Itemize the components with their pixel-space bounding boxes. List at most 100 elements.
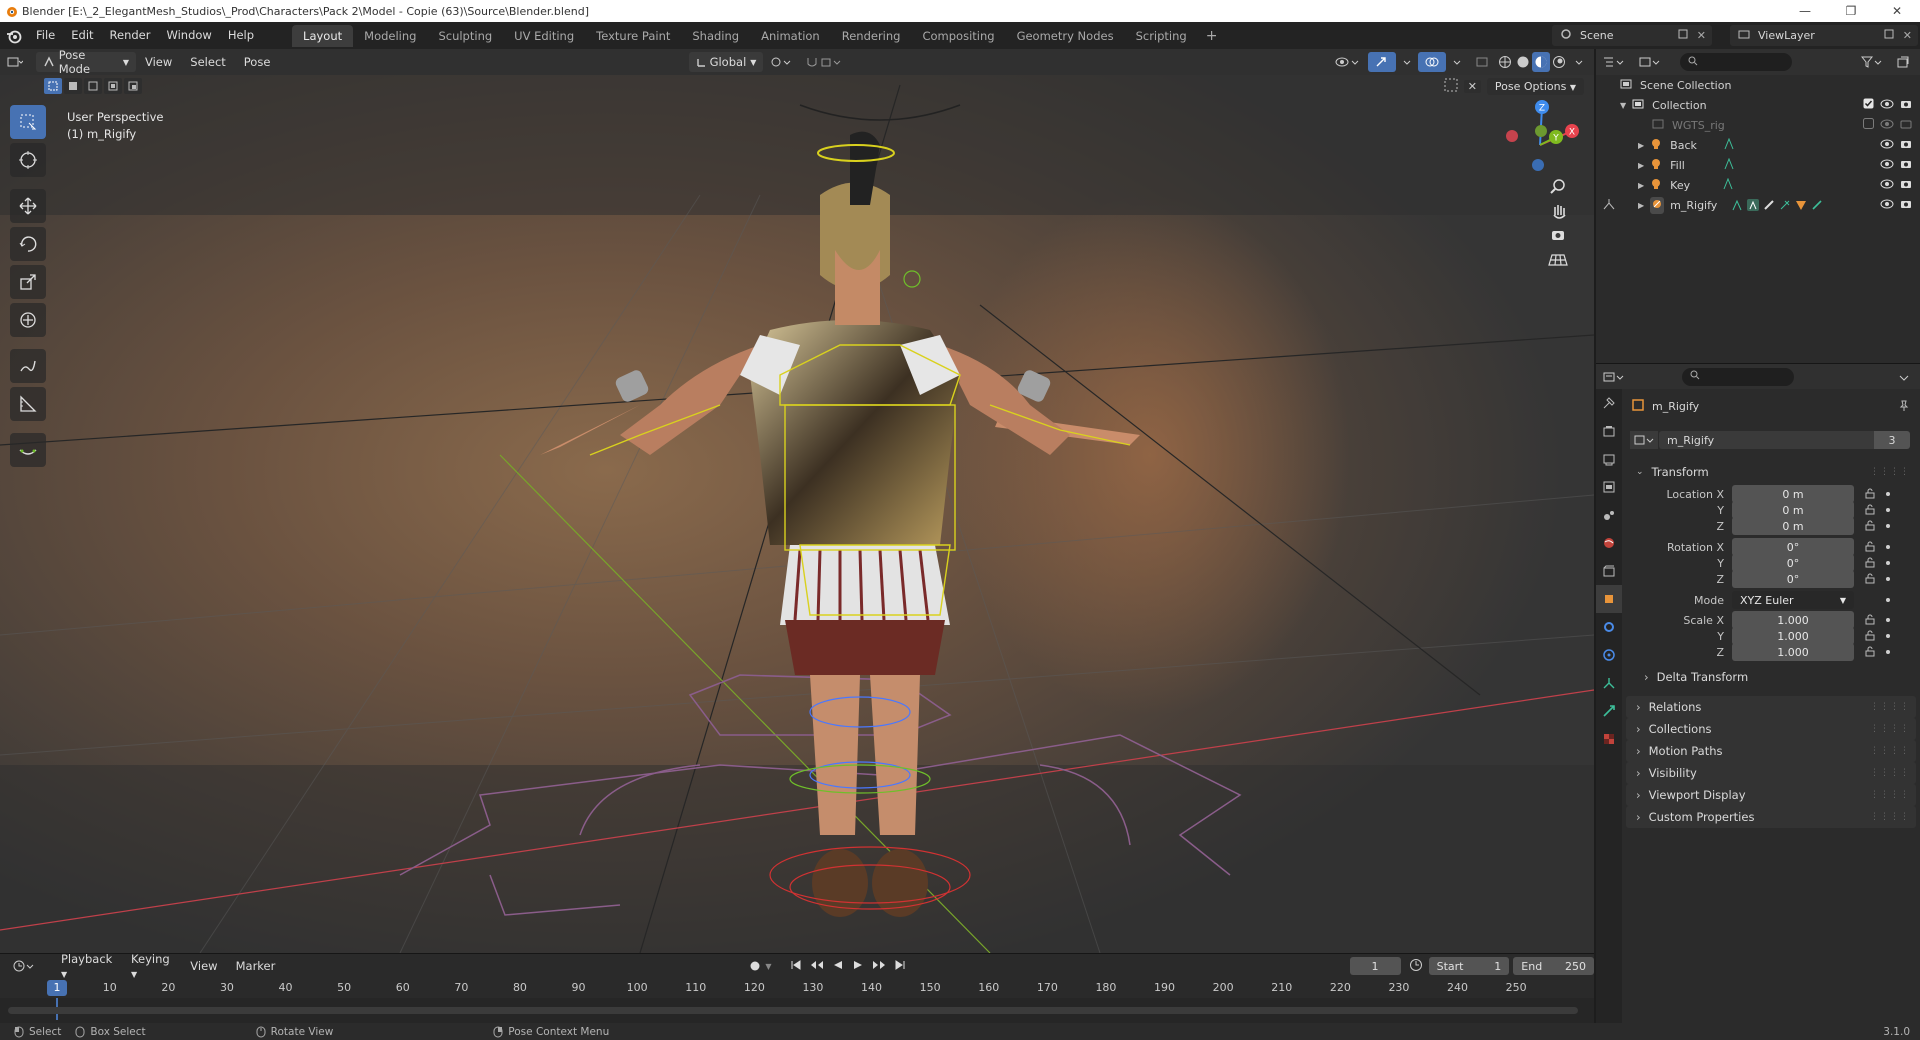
outliner-search-input[interactable] xyxy=(1680,53,1792,71)
lock-icon[interactable] xyxy=(1864,503,1876,518)
object-browse-icon[interactable] xyxy=(1630,431,1658,449)
delta-transform-subpanel[interactable]: › Delta Transform xyxy=(1622,670,1920,690)
keyframe-dot[interactable] xyxy=(1886,577,1890,581)
zoom-icon[interactable] xyxy=(1550,179,1565,194)
eye-icon[interactable] xyxy=(1880,99,1894,112)
lock-icon[interactable] xyxy=(1864,556,1876,571)
shading-rendered-button[interactable] xyxy=(1550,52,1568,72)
drag-grip-icon[interactable]: ⋮⋮⋮⋮ xyxy=(1870,746,1910,756)
menu-render[interactable]: Render xyxy=(102,22,159,49)
menu-view[interactable]: View xyxy=(136,55,181,69)
restore-button[interactable]: ❐ xyxy=(1828,0,1874,22)
camera-icon[interactable] xyxy=(1900,99,1912,112)
ortho-grid-icon[interactable] xyxy=(1548,254,1568,266)
play-reverse-icon[interactable] xyxy=(832,959,844,974)
properties-options-dropdown[interactable] xyxy=(1892,367,1916,387)
snap-button[interactable] xyxy=(799,52,849,72)
pan-hand-icon[interactable] xyxy=(1553,205,1566,219)
menu-select[interactable]: Select xyxy=(181,55,234,69)
exclude-checkbox[interactable] xyxy=(1863,98,1874,112)
tab-shading[interactable]: Shading xyxy=(681,25,750,47)
drag-grip-icon[interactable]: ⋮⋮⋮⋮ xyxy=(1870,724,1910,734)
new-scene-icon[interactable] xyxy=(1677,28,1689,43)
outliner-row-wgts-rig[interactable]: WGTS_rig xyxy=(1596,115,1920,135)
keyframe-dot[interactable] xyxy=(1886,508,1890,512)
outliner-row-collection[interactable]: ▼ Collection xyxy=(1596,95,1920,115)
overlays-dropdown[interactable] xyxy=(1446,52,1468,72)
timeline-body[interactable]: 1 10 20 30 40 50 60 70 80 90 100 110 120 130 140 150 160… xyxy=(0,978,1594,1023)
keyframe-dot[interactable] xyxy=(1886,545,1890,549)
tab-modeling[interactable]: Modeling xyxy=(353,25,427,47)
modifier-tab-icon[interactable] xyxy=(1596,613,1622,641)
visibility-dropdown[interactable] xyxy=(1328,52,1368,72)
relax-icon[interactable] xyxy=(10,433,46,467)
xray-toggle[interactable] xyxy=(1468,52,1496,72)
panel-motion-paths[interactable]: › Motion Paths ⋮⋮⋮⋮ xyxy=(1626,740,1916,762)
object-tab-icon[interactable] xyxy=(1596,585,1622,613)
lock-icon[interactable] xyxy=(1864,629,1876,644)
jump-keyframe-forward-icon[interactable] xyxy=(872,959,886,974)
shading-dropdown[interactable] xyxy=(1568,52,1590,72)
outliner-panel[interactable]: Scene Collection ▼ Collection WGTS_rig ▶… xyxy=(1596,75,1920,363)
drag-grip-icon[interactable]: ⋮⋮⋮⋮ xyxy=(1870,702,1910,712)
select-subtract-icon[interactable] xyxy=(84,78,102,94)
world-tab-icon[interactable] xyxy=(1596,529,1622,557)
rotation-mode-dropdown[interactable]: XYZ Euler ▼ xyxy=(1732,591,1854,609)
jump-end-icon[interactable] xyxy=(894,959,906,974)
object-name-field[interactable]: m_Rigify 3 xyxy=(1630,431,1910,449)
keyframe-dot[interactable] xyxy=(1886,618,1890,622)
new-collection-icon[interactable] xyxy=(1890,52,1916,72)
add-workspace-button[interactable]: + xyxy=(1198,28,1226,44)
eye-icon[interactable] xyxy=(1880,199,1894,212)
transform-panel-header[interactable]: ⌄ Transform ⋮⋮⋮⋮ xyxy=(1626,461,1916,483)
select-new-icon[interactable] xyxy=(44,78,62,94)
exclude-checkbox[interactable] xyxy=(1863,118,1874,132)
scale-icon[interactable] xyxy=(10,265,46,299)
timeline-menu-playback[interactable]: Playback ▼ xyxy=(52,952,122,980)
view-layer-selector[interactable]: ViewLayer ✕ xyxy=(1730,25,1918,46)
tab-animation[interactable]: Animation xyxy=(750,25,831,47)
keyframe-dot[interactable] xyxy=(1886,598,1890,602)
auto-keying-button[interactable]: ▼ xyxy=(749,960,772,972)
display-mode-dropdown[interactable] xyxy=(1632,52,1668,72)
location-z-field[interactable]: 0 m xyxy=(1732,517,1854,535)
timeline-menu-keying[interactable]: Keying ▼ xyxy=(122,952,181,980)
select-extend-icon[interactable] xyxy=(64,78,82,94)
drag-grip-icon[interactable]: ⋮⋮⋮⋮ xyxy=(1870,812,1910,822)
menu-help[interactable]: Help xyxy=(220,22,262,49)
shading-wireframe-button[interactable] xyxy=(1496,52,1514,72)
timeline-menu-marker[interactable]: Marker xyxy=(227,959,285,973)
camera-icon[interactable] xyxy=(1900,139,1912,152)
scene-selector[interactable]: Scene ✕ xyxy=(1552,25,1712,46)
filter-icon[interactable] xyxy=(1854,52,1890,72)
3d-viewport[interactable]: User Perspective (1) m_Rigify ✕ Pose Opt… xyxy=(0,75,1594,953)
close-button[interactable]: ✕ xyxy=(1874,0,1920,22)
expand-right-icon[interactable]: ▶ xyxy=(1638,161,1644,170)
outliner-row-key[interactable]: ▶ Key xyxy=(1596,175,1920,195)
tab-geometry-nodes[interactable]: Geometry Nodes xyxy=(1006,25,1125,47)
outliner-row-scene-collection[interactable]: Scene Collection xyxy=(1596,75,1920,95)
panel-relations[interactable]: › Relations ⋮⋮⋮⋮ xyxy=(1626,696,1916,718)
keyframe-dot[interactable] xyxy=(1886,492,1890,496)
outliner-editor-type-button[interactable] xyxy=(1596,52,1632,72)
gizmo-neg-y[interactable] xyxy=(1535,125,1547,137)
expand-right-icon[interactable]: ▶ xyxy=(1638,201,1644,210)
texture-tab-icon[interactable] xyxy=(1596,725,1622,753)
current-frame-field[interactable]: 1 xyxy=(1349,957,1401,975)
select-intersect-icon[interactable] xyxy=(124,78,142,94)
timeline-editor-type-button[interactable] xyxy=(6,956,42,976)
drag-grip-icon[interactable]: ⋮⋮⋮⋮ xyxy=(1870,790,1910,800)
pin-icon[interactable] xyxy=(1898,399,1910,414)
tab-rendering[interactable]: Rendering xyxy=(831,25,912,47)
minimize-button[interactable]: — xyxy=(1782,0,1828,22)
menu-window[interactable]: Window xyxy=(158,22,219,49)
measure-icon[interactable] xyxy=(10,387,46,421)
eye-icon[interactable] xyxy=(1880,179,1894,192)
shading-material-button[interactable] xyxy=(1532,52,1550,72)
outliner-row-fill[interactable]: ▶ Fill xyxy=(1596,155,1920,175)
expand-right-icon[interactable]: ▶ xyxy=(1638,141,1644,150)
lock-icon[interactable] xyxy=(1864,613,1876,628)
rotate-icon[interactable] xyxy=(10,227,46,261)
pose-mode-toggle-icon[interactable] xyxy=(1602,198,1616,213)
tool-tab-icon[interactable] xyxy=(1596,389,1622,417)
